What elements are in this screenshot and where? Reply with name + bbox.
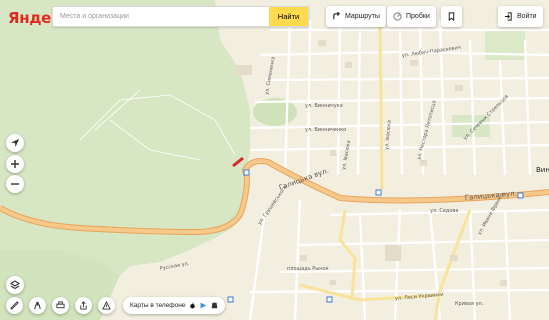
zoom-out-button[interactable] <box>6 175 24 193</box>
minus-icon <box>11 183 19 185</box>
share-button[interactable] <box>75 297 92 314</box>
plus-icon <box>11 160 19 168</box>
traffic-button[interactable]: Пробки <box>387 6 436 27</box>
search-box: Найти <box>52 6 309 27</box>
ruler-button[interactable] <box>6 297 23 314</box>
street-label-ploshchad-rynok: площадь Рынок <box>287 266 329 272</box>
login-label: Войти <box>517 13 537 20</box>
bookmark-icon <box>448 12 455 21</box>
appgallery-icon <box>212 302 218 309</box>
route-icon <box>333 12 340 20</box>
apple-icon <box>190 302 196 309</box>
layers-button[interactable] <box>6 276 24 294</box>
zoom-in-button[interactable] <box>6 155 24 173</box>
street-label-sedova: ул. Седова <box>430 208 458 214</box>
login-button[interactable]: Войти <box>498 6 543 27</box>
traffic-icon <box>393 12 402 21</box>
google-play-icon <box>201 302 207 309</box>
find-button[interactable]: Найти <box>269 7 308 26</box>
printer-icon <box>56 301 65 309</box>
panorama-button[interactable] <box>29 297 46 314</box>
warning-icon <box>102 301 111 310</box>
search-input[interactable] <box>53 7 269 26</box>
geolocation-button[interactable] <box>6 134 24 152</box>
park-area <box>485 30 525 60</box>
layers-icon <box>10 280 20 290</box>
routes-button[interactable]: Маршруты <box>326 6 386 27</box>
street-label-kryvaya: Кривая ул. <box>455 301 484 307</box>
ruler-icon <box>10 301 19 310</box>
person-icon <box>34 301 41 310</box>
street-label-vynnychenko: ул. Винниченко <box>305 127 346 133</box>
report-button[interactable] <box>98 297 115 314</box>
map-canvas[interactable]: Галицька вул. Галицька вул. ул. Винничук… <box>0 0 549 320</box>
traffic-label: Пробки <box>406 13 430 20</box>
apps-label: Карты в телефоне <box>130 302 186 309</box>
login-icon <box>504 12 512 21</box>
routes-label: Маршруты <box>345 13 380 20</box>
print-button[interactable] <box>52 297 69 314</box>
poi-label-vin: Вин <box>536 166 549 174</box>
mobile-apps-button[interactable]: Карты в телефоне <box>123 297 226 314</box>
location-arrow-icon <box>11 139 19 147</box>
share-icon <box>80 301 87 310</box>
bookmarks-button[interactable] <box>441 6 462 27</box>
street-label-vynnychuka: ул. Винничука <box>305 103 343 109</box>
